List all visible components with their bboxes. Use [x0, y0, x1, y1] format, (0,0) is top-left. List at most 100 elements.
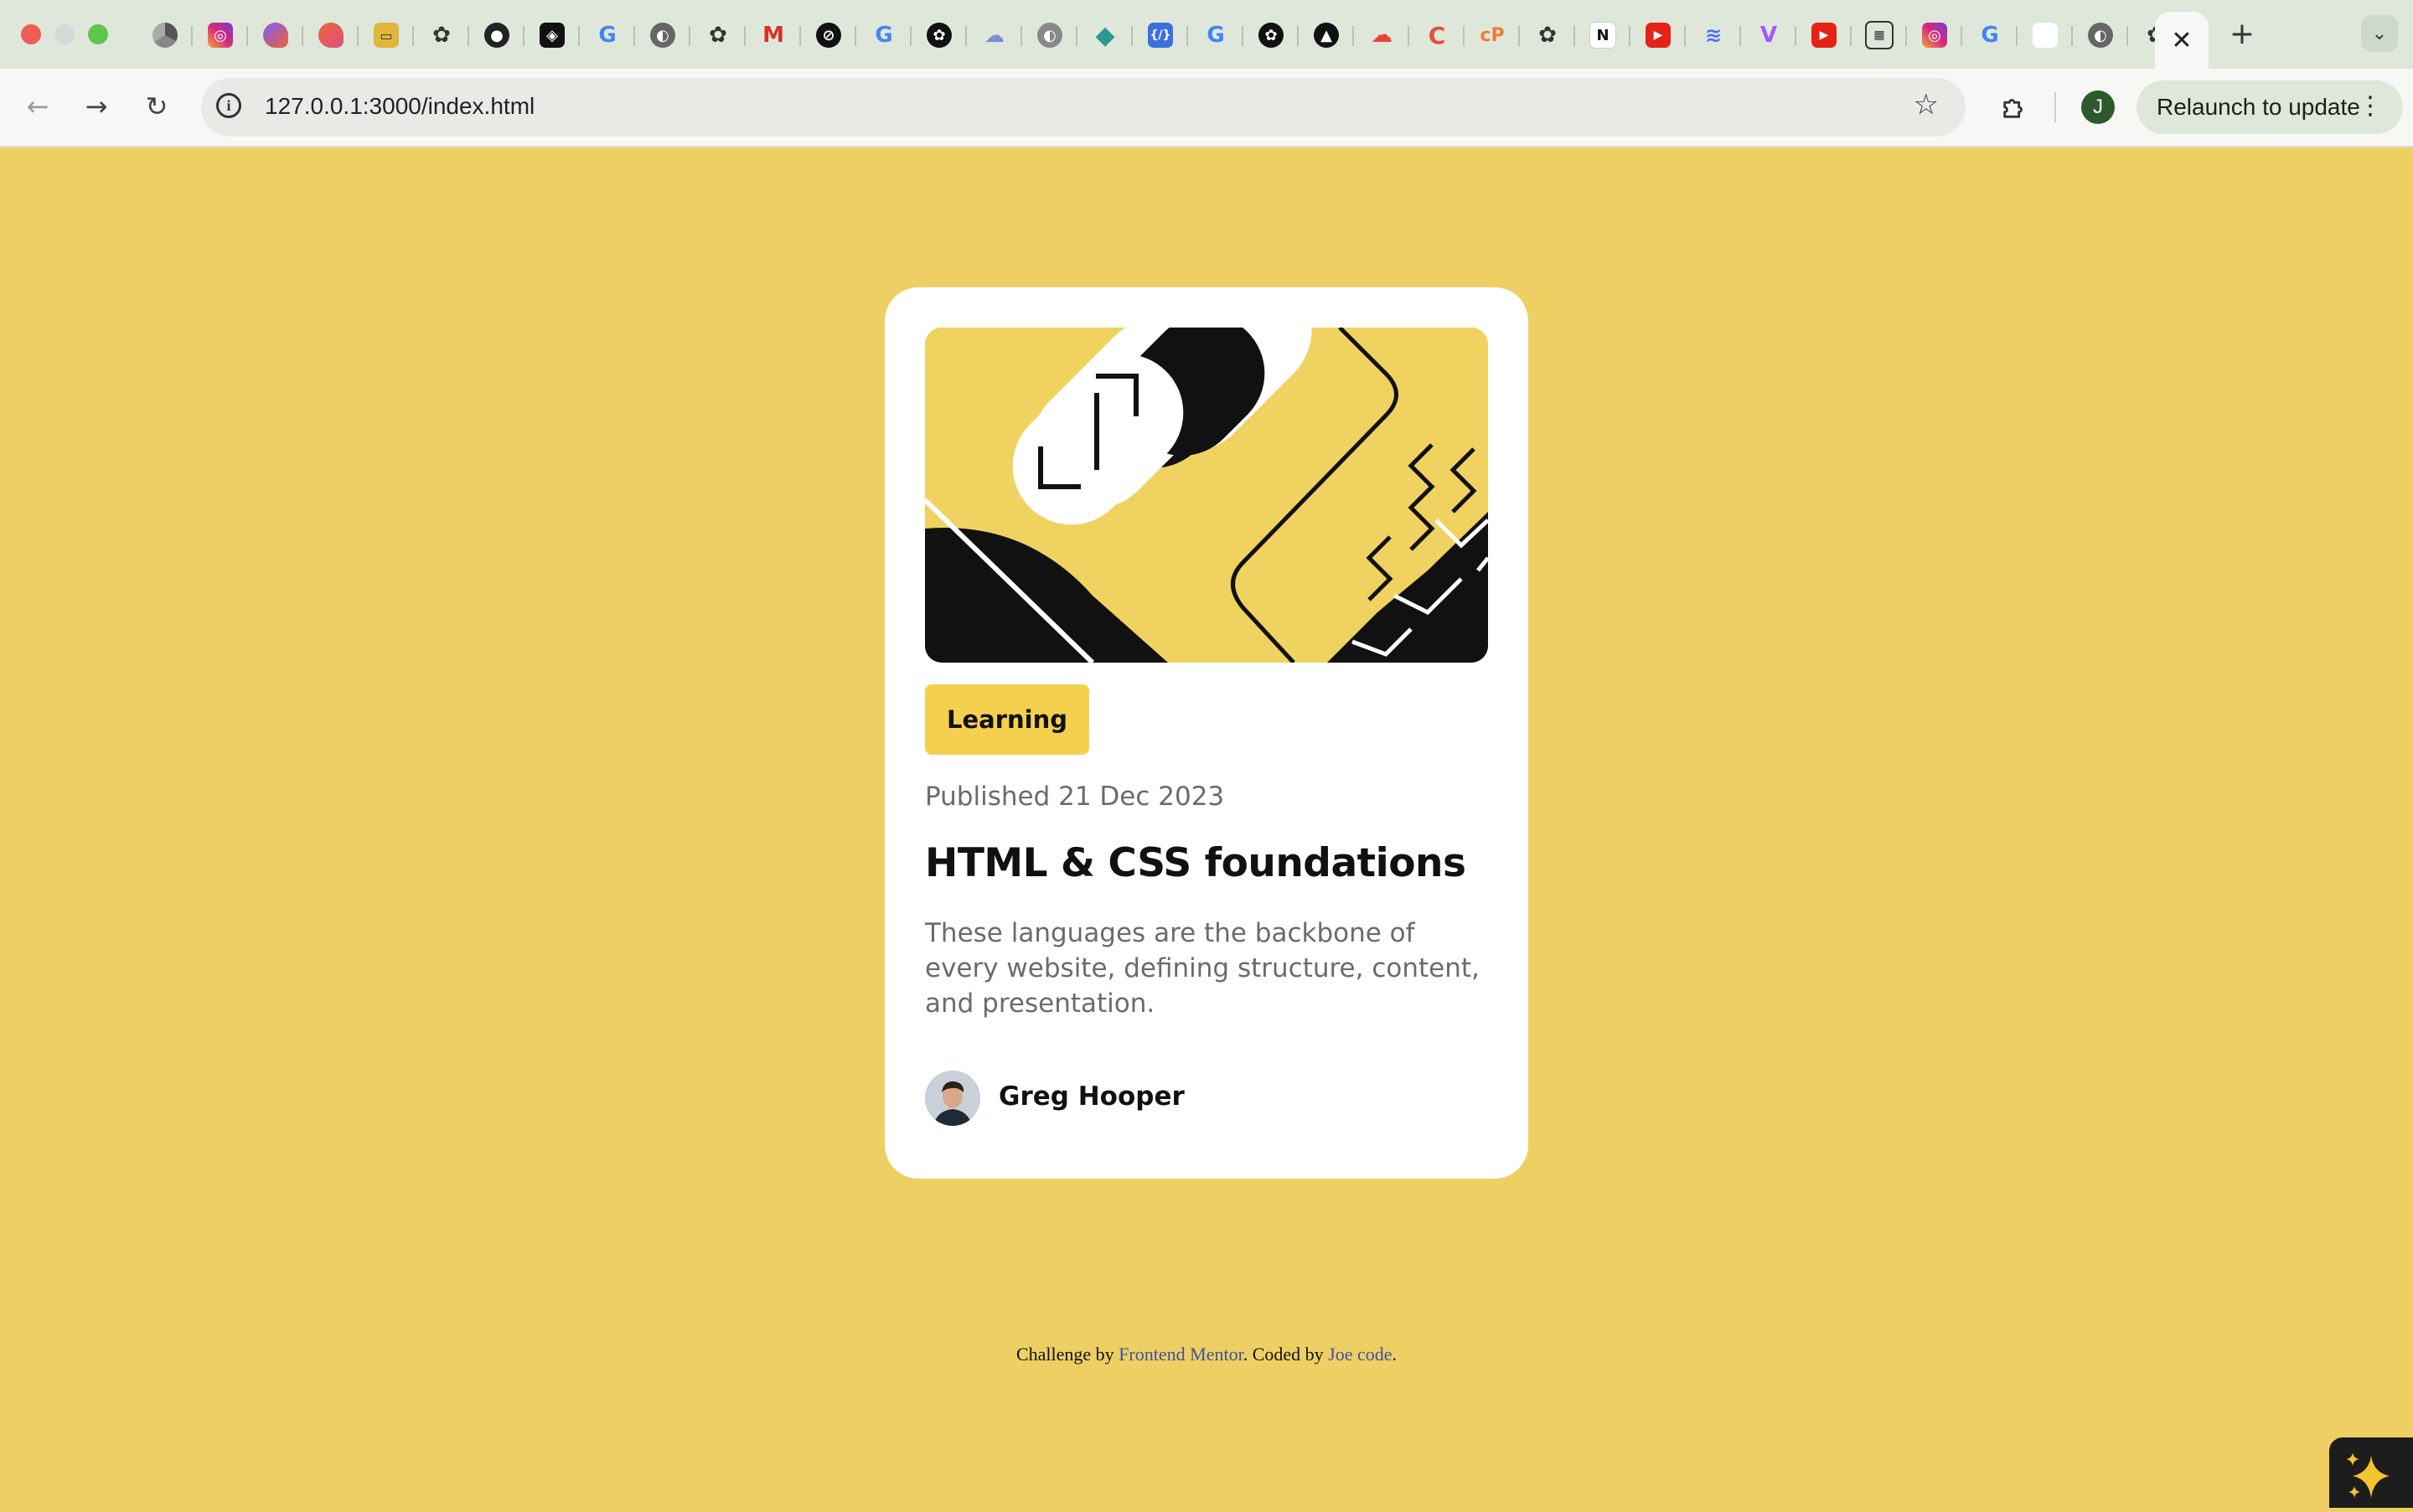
browser-toolbar: ← → ↻ i 127.0.0.1:3000/index.html ☆ J Re… [0, 69, 2413, 147]
chrome-icon [152, 23, 178, 48]
code-icon: {/} [1148, 23, 1173, 48]
tab[interactable]: ≋ [1686, 13, 1741, 57]
tab[interactable]: C [1409, 13, 1465, 57]
github-icon: ● [484, 23, 509, 48]
tab[interactable]: ✿ [1243, 13, 1299, 57]
apps-icon: ▲ [1314, 23, 1339, 48]
publish-date: Published 21 Dec 2023 [925, 782, 1225, 812]
youtube-icon: ▶ [1811, 23, 1837, 48]
attribution-middle: . Coded by [1243, 1344, 1329, 1365]
google-icon: G [1206, 23, 1225, 48]
arrow-left-icon: ← [26, 90, 49, 122]
tab[interactable]: M [746, 13, 801, 57]
cloud-icon: ☁ [984, 23, 1005, 47]
tab[interactable]: ▲ [1299, 13, 1354, 57]
openai-icon: ✿ [927, 23, 952, 48]
tab[interactable] [137, 13, 193, 57]
forward-button[interactable]: → [75, 85, 117, 127]
url-text[interactable]: 127.0.0.1:3000/index.html [265, 93, 535, 120]
bookmark-star-icon[interactable]: ☆ [1914, 88, 1939, 121]
more-menu-icon[interactable]: ⋮ [2358, 92, 2383, 121]
blank-page-icon [2033, 23, 2058, 48]
browser-tab-bar: ◎ ▭ ✿ ● ◈ G ◐ ✿ M ⊘ G ✿ ☁ ◐ ◆ {/} G ✿ ▲ … [0, 0, 2413, 69]
relaunch-label: Relaunch to update [2157, 94, 2360, 120]
relaunch-button[interactable]: Relaunch to update ⋮ [2137, 80, 2403, 134]
globe-icon: ◐ [1037, 23, 1062, 48]
tab[interactable]: ▦ [1852, 13, 1907, 57]
attribution: Challenge by Frontend Mentor. Coded by J… [0, 1344, 2413, 1365]
tab[interactable] [2018, 13, 2073, 57]
tab[interactable]: ☁ [1354, 13, 1409, 57]
tab[interactable]: ● [469, 13, 524, 57]
reload-button[interactable]: ↻ [136, 85, 178, 127]
openai-icon: ✿ [709, 23, 727, 48]
back-button[interactable]: ← [17, 85, 59, 127]
google-cloud-icon: ☁ [1371, 23, 1393, 48]
tab[interactable]: ▭ [359, 13, 414, 57]
reload-icon: ↻ [145, 90, 168, 122]
tab[interactable]: ◈ [524, 13, 580, 57]
author-link[interactable]: Joe code [1328, 1344, 1392, 1365]
folder-icon: ▭ [374, 23, 399, 48]
sparkle-icon [2346, 1453, 2390, 1498]
tab[interactable] [248, 13, 303, 57]
category-tag: Learning [925, 684, 1090, 755]
card-title[interactable]: HTML & CSS foundations [925, 840, 1466, 886]
extensions-button[interactable] [1991, 84, 2038, 131]
chevron-down-icon: ⌄ [2371, 23, 2388, 44]
tab[interactable]: G [1188, 13, 1243, 57]
tab[interactable]: ⊘ [801, 13, 856, 57]
tab-search-button[interactable]: ⌄ [2361, 15, 2398, 52]
tab-strip: ◎ ▭ ✿ ● ◈ G ◐ ✿ M ⊘ G ✿ ☁ ◐ ◆ {/} G ✿ ▲ … [137, 13, 2183, 57]
instagram-icon: ◎ [1922, 23, 1947, 48]
site-info-icon[interactable]: i [216, 93, 241, 118]
claude-icon [318, 23, 344, 48]
tab[interactable]: cP [1465, 13, 1520, 57]
window-maximize-button[interactable] [88, 24, 108, 44]
assistant-button[interactable] [2329, 1437, 2413, 1508]
puzzle-icon [2003, 99, 2023, 118]
tab[interactable]: N [1575, 13, 1630, 57]
active-tab[interactable]: ✕ [2155, 12, 2209, 69]
blog-preview-card: Learning Published 21 Dec 2023 HTML & CS… [885, 287, 1528, 1179]
tab[interactable]: V [1741, 13, 1796, 57]
profile-avatar[interactable]: J [2081, 90, 2115, 124]
tab[interactable]: ◆ [1077, 13, 1133, 57]
tab[interactable]: ▶ [1630, 13, 1686, 57]
tab[interactable]: G [1962, 13, 2018, 57]
window-close-button[interactable] [21, 24, 41, 44]
tab[interactable]: ✿ [690, 13, 746, 57]
tab[interactable]: G [580, 13, 635, 57]
tab[interactable]: ✿ [1520, 13, 1575, 57]
google-icon: G [1981, 23, 1999, 48]
tab[interactable]: ◎ [193, 13, 248, 57]
close-tab-icon[interactable]: ✕ [2171, 26, 2192, 55]
google-icon: G [598, 23, 617, 48]
tab[interactable]: ◐ [635, 13, 690, 57]
globe-icon: ◐ [2088, 23, 2113, 48]
new-tab-button[interactable]: + [2224, 15, 2261, 52]
openai-icon: ✿ [1538, 23, 1557, 48]
instagram-icon: ◎ [208, 23, 233, 48]
tab[interactable]: ◐ [2073, 13, 2128, 57]
arrow-right-icon: → [85, 90, 108, 122]
claude-icon [263, 23, 288, 48]
address-bar[interactable]: i 127.0.0.1:3000/index.html ☆ [201, 78, 1966, 137]
diamond-icon: ◆ [1095, 20, 1115, 50]
author-name: Greg Hooper [999, 1081, 1185, 1112]
window-minimize-button[interactable] [54, 24, 75, 44]
frontend-mentor-link[interactable]: Frontend Mentor [1119, 1344, 1243, 1365]
tab[interactable]: ◎ [1907, 13, 1962, 57]
tab[interactable]: ◐ [1022, 13, 1077, 57]
tab[interactable]: ✿ [912, 13, 967, 57]
hero-illustration [925, 328, 1488, 663]
attribution-suffix: . [1392, 1344, 1398, 1365]
tab[interactable]: ▶ [1796, 13, 1852, 57]
tab[interactable]: ☁ [967, 13, 1022, 57]
tab[interactable] [303, 13, 359, 57]
deepseek-icon: ≋ [1704, 23, 1723, 47]
tab[interactable]: G [856, 13, 912, 57]
tab[interactable]: {/} [1133, 13, 1188, 57]
tab[interactable]: ✿ [414, 13, 469, 57]
openai-icon: ✿ [432, 23, 451, 48]
